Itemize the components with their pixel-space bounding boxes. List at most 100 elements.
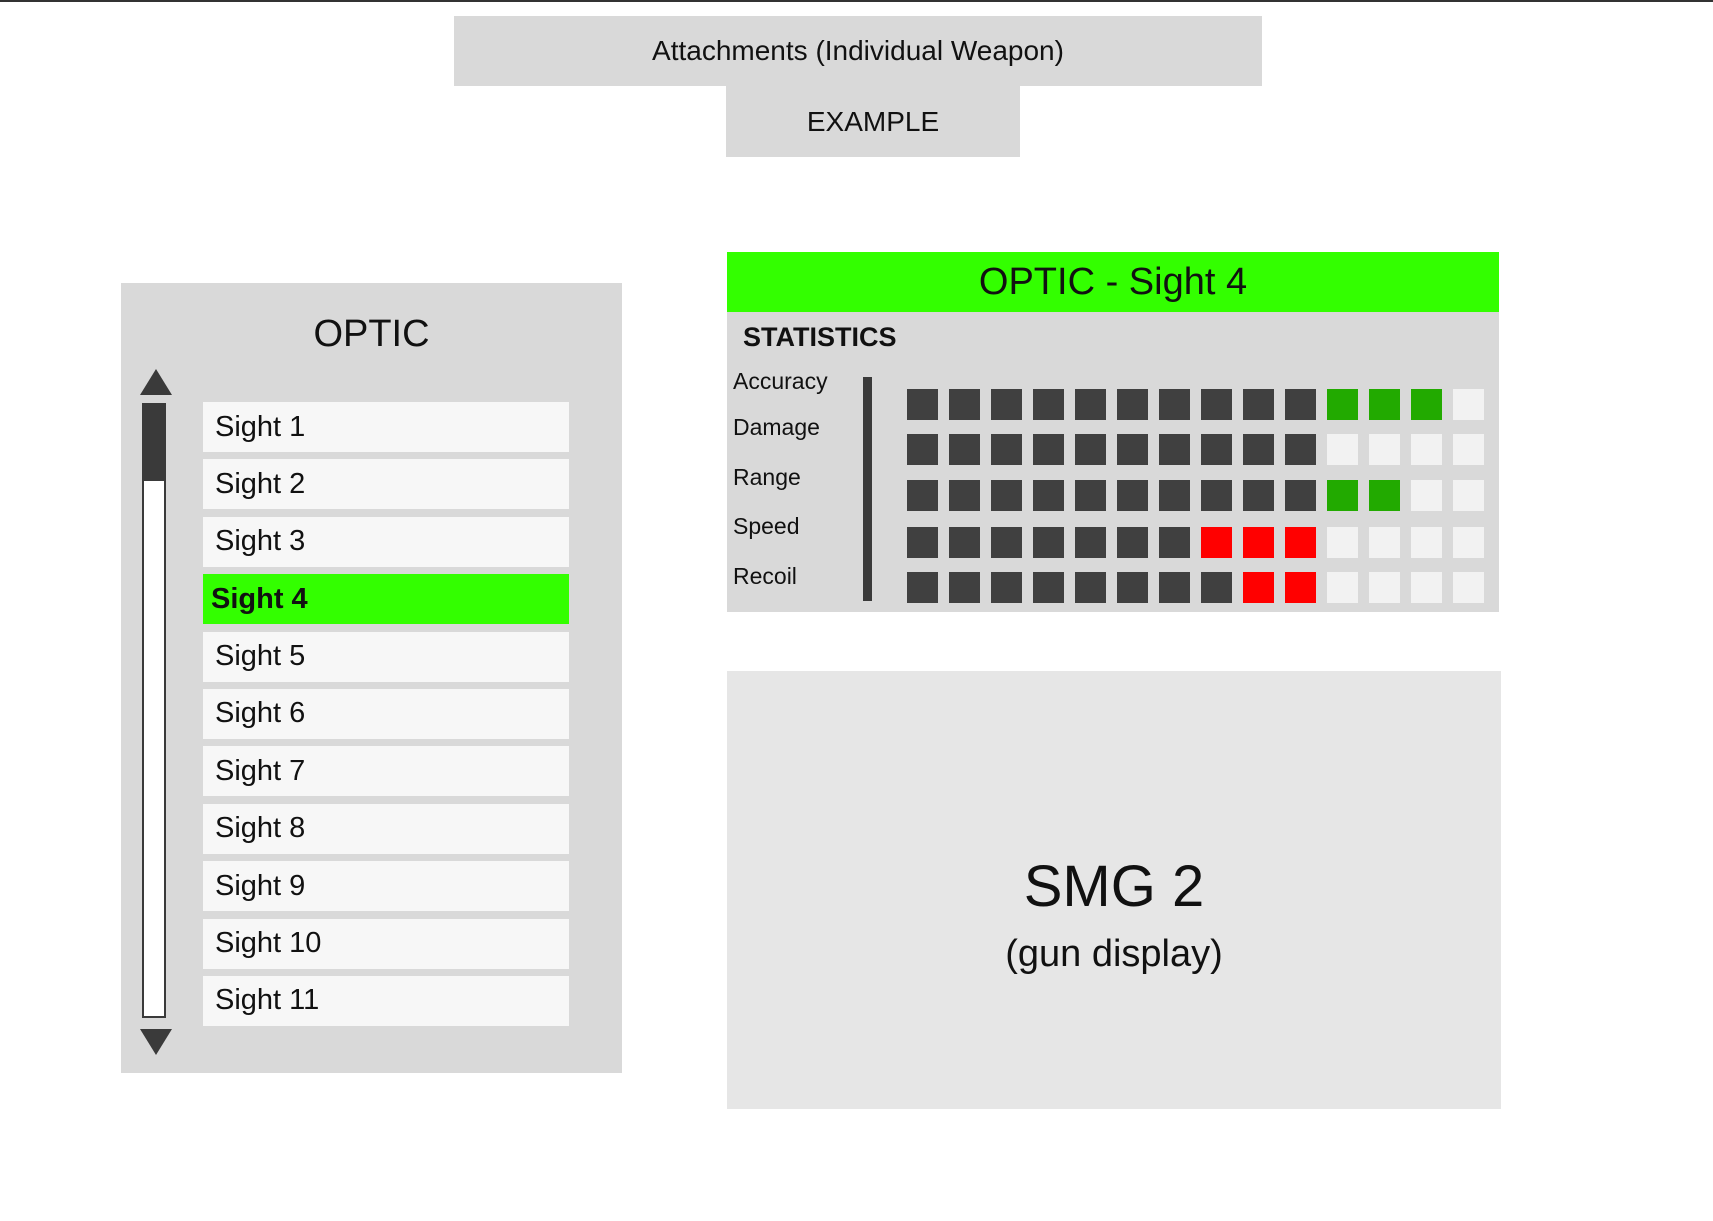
stat-segment-penalty <box>1243 572 1274 603</box>
example-tab-label: EXAMPLE <box>806 105 940 137</box>
sight-list-item-label: Sight 1 <box>215 410 306 443</box>
stat-segment-base <box>1075 389 1106 420</box>
top-divider <box>0 0 1713 2</box>
sight-list-item-label: Sight 5 <box>215 640 306 673</box>
stat-segment-base <box>1075 527 1106 558</box>
stat-segment-base <box>991 480 1022 511</box>
stat-segment-bonus <box>1411 389 1442 420</box>
sight-list-item[interactable]: Sight 8 <box>203 803 569 854</box>
stat-segment-base <box>991 434 1022 465</box>
stat-segment-empty <box>1411 572 1442 603</box>
stat-segment-empty <box>1327 572 1358 603</box>
stat-segment-base <box>1201 434 1232 465</box>
stat-segment-base <box>1075 572 1106 603</box>
stat-segment-base <box>907 480 938 511</box>
stat-segment-base <box>991 389 1022 420</box>
sight-list-item[interactable]: Sight 2 <box>203 459 569 510</box>
stat-segment-base <box>1117 527 1148 558</box>
stat-divider <box>863 377 872 601</box>
statistics-label: STATISTICS <box>743 322 897 352</box>
sight-list-item-label: Sight 8 <box>215 812 306 845</box>
sight-list-item-label: Sight 7 <box>215 754 306 787</box>
stat-segment-empty <box>1411 434 1442 465</box>
stat-segment-bonus <box>1327 389 1358 420</box>
stat-segment-empty <box>1453 434 1484 465</box>
stat-segment-base <box>1033 434 1064 465</box>
stat-segment-bonus <box>1327 480 1358 511</box>
stat-segment-empty <box>1453 527 1484 558</box>
stat-segment-base <box>1201 480 1232 511</box>
stat-segment-empty <box>1411 527 1442 558</box>
stat-segment-base <box>1159 480 1190 511</box>
stat-segment-base <box>1033 389 1064 420</box>
scrollbar-thumb[interactable] <box>144 405 164 481</box>
stat-segment-penalty <box>1285 527 1316 558</box>
stat-segment-base <box>1243 434 1274 465</box>
stat-segment-empty <box>1453 389 1484 420</box>
optic-list-panel: OPTIC Sight 1 Sight 2 Sight 3 Sight 4 Sight … <box>121 283 622 1073</box>
sight-list-item[interactable]: Sight 5 <box>203 631 569 682</box>
page-title: Attachments (Individual Weapon) <box>454 16 1262 86</box>
scroll-down-arrow-icon[interactable] <box>140 1029 172 1055</box>
stat-segment-base <box>1159 572 1190 603</box>
stat-segment-base <box>949 527 980 558</box>
gun-name: SMG 2 <box>1023 854 1205 919</box>
sight-list-item-label: Sight 6 <box>215 697 306 730</box>
stat-segment-bonus <box>1369 389 1400 420</box>
selected-attachment-header: OPTIC - Sight 4 <box>727 252 1499 312</box>
sight-list-item[interactable]: Sight 6 <box>203 688 569 739</box>
stat-name-recoil: Recoil <box>733 563 797 589</box>
stat-segment-base <box>1117 480 1148 511</box>
stat-segment-base <box>1159 527 1190 558</box>
stat-segment-bonus <box>1369 480 1400 511</box>
gun-display-caption: (gun display) <box>1005 933 1223 975</box>
sight-list-item-label: Sight 3 <box>215 525 306 558</box>
stat-segment-base <box>991 527 1022 558</box>
stat-name-range: Range <box>733 464 801 490</box>
sight-list-item[interactable]: Sight 9 <box>203 861 569 912</box>
sight-list-item[interactable]: Sight 7 <box>203 746 569 797</box>
example-tab[interactable]: EXAMPLE <box>726 86 1020 157</box>
sight-list-item[interactable]: Sight 11 <box>203 975 569 1026</box>
statistics-panel: STATISTICS Accuracy Damage Range Speed Recoi… <box>727 312 1499 612</box>
stat-segment-base <box>1033 480 1064 511</box>
sight-list-item[interactable]: Sight 1 <box>203 402 569 452</box>
stat-segment-base <box>907 434 938 465</box>
stat-segment-base <box>1159 434 1190 465</box>
stat-segment-base <box>1033 572 1064 603</box>
stat-segment-base <box>907 527 938 558</box>
sight-list-item-label: Sight 11 <box>215 984 320 1017</box>
stat-segment-penalty <box>1243 527 1274 558</box>
stat-segment-base <box>1201 572 1232 603</box>
sight-list-item[interactable]: Sight 10 <box>203 918 569 969</box>
stat-segment-penalty <box>1201 527 1232 558</box>
sight-list-item-label: Sight 4 <box>211 582 308 615</box>
stat-segment-penalty <box>1285 572 1316 603</box>
scroll-up-arrow-icon[interactable] <box>140 369 172 395</box>
stat-segment-base <box>949 434 980 465</box>
stat-segment-empty <box>1453 572 1484 603</box>
stat-segment-base <box>949 572 980 603</box>
stat-segment-base <box>1285 480 1316 511</box>
stat-segment-base <box>1075 480 1106 511</box>
stat-segment-empty <box>1369 434 1400 465</box>
stat-segment-base <box>1201 389 1232 420</box>
stat-segment-base <box>1117 434 1148 465</box>
stat-segment-base <box>1285 434 1316 465</box>
stat-segment-base <box>1243 480 1274 511</box>
sight-list-item[interactable]: Sight 3 <box>203 516 569 567</box>
stat-name-damage: Damage <box>733 414 820 440</box>
stat-name-accuracy: Accuracy <box>733 368 828 394</box>
stat-segment-empty <box>1453 480 1484 511</box>
stat-segment-empty <box>1369 527 1400 558</box>
stat-segment-base <box>907 389 938 420</box>
gun-display: SMG 2 (gun display) <box>727 671 1501 1109</box>
stat-segment-empty <box>1369 572 1400 603</box>
stat-segment-empty <box>1327 527 1358 558</box>
sight-list-item[interactable]: Sight 4 <box>203 574 569 625</box>
scrollbar-track[interactable] <box>142 403 166 1018</box>
sight-list-item-label: Sight 2 <box>215 467 306 500</box>
stat-segment-base <box>949 480 980 511</box>
stat-segment-base <box>949 389 980 420</box>
selected-attachment-title: OPTIC - Sight 4 <box>978 260 1248 303</box>
